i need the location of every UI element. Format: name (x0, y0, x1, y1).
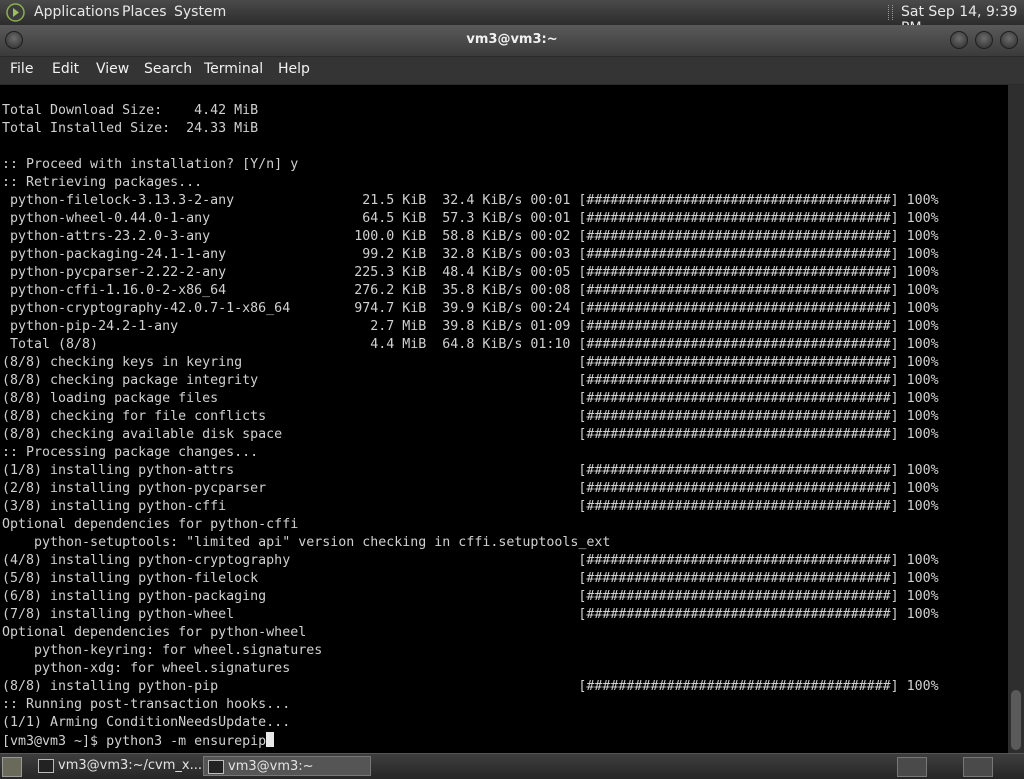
top-panel: Applications Places System Sat Sep 14, 9… (0, 0, 1024, 36)
terminal-line: python-pycparser-2.22-2-any 225.3 KiB 48… (10, 265, 939, 280)
menu-view[interactable]: View (96, 61, 129, 77)
terminal-line: python-cryptography-42.0.7-1-x86_64 974.… (10, 301, 939, 316)
terminal-menubar: File Edit View Search Terminal Help (0, 57, 1024, 85)
scrollbar-thumb[interactable] (1011, 690, 1021, 750)
terminal-line: Optional dependencies for python-wheel (2, 625, 307, 640)
terminal-line: Total Download Size: 4.42 MiB (2, 103, 259, 118)
terminal-line: (4/8) installing python-cryptography [##… (2, 553, 939, 568)
menu-file[interactable]: File (10, 61, 33, 77)
window-titlebar[interactable]: vm3@vm3:~ (0, 25, 1024, 57)
terminal-lines: Total Download Size: 4.42 MiB Total Inst… (2, 103, 939, 730)
menu-help[interactable]: Help (278, 61, 310, 77)
taskbar-item-label: vm3@vm3:~ (228, 759, 314, 774)
terminal-line: python-keyring: for wheel.signatures (34, 643, 323, 658)
terminal-icon (208, 760, 224, 774)
terminal-text: Total Download Size: 4.42 MiB Total Inst… (2, 102, 939, 751)
terminal-line: Total Installed Size: 24.33 MiB (2, 121, 259, 136)
terminal-line: python-wheel-0.44.0-1-any 64.5 KiB 57.3 … (10, 211, 939, 226)
close-button[interactable] (1000, 31, 1018, 49)
terminal-line: python-xdg: for wheel.signatures (34, 661, 291, 676)
terminal-line: (8/8) installing python-pip [###########… (2, 679, 939, 694)
text-cursor (266, 732, 275, 747)
terminal-output[interactable]: Total Download Size: 4.42 MiB Total Inst… (0, 85, 1008, 753)
terminal-line: (1/8) installing python-attrs [#########… (2, 463, 939, 478)
applications-menu[interactable]: Applications (34, 4, 120, 20)
menu-terminal[interactable]: Terminal (204, 61, 263, 77)
panel-separator (888, 5, 893, 20)
terminal-line: (5/8) installing python-filelock [######… (2, 571, 939, 586)
terminal-line: python-attrs-23.2.0-3-any 100.0 KiB 58.8… (10, 229, 939, 244)
terminal-line: python-setuptools: "limited api" version… (34, 535, 611, 550)
terminal-line: Total (8/8) 4.4 MiB 64.8 KiB/s 01:10 [##… (10, 337, 939, 352)
maximize-button[interactable] (975, 31, 993, 49)
terminal-line: (3/8) installing python-cffi [##########… (2, 499, 939, 514)
taskbar-item-terminal[interactable]: vm3@vm3:~ (203, 756, 371, 776)
show-desktop-icon[interactable] (2, 757, 22, 777)
terminal-line: (6/8) installing python-packaging [#####… (2, 589, 939, 604)
taskbar-item-label: vm3@vm3:~/cvm_x... (58, 758, 203, 773)
window-title: vm3@vm3:~ (466, 32, 558, 47)
command-prompt: [vm3@vm3 ~]$ python3 -m ensurepip (2, 734, 267, 749)
terminal-line: (7/8) installing python-wheel [#########… (2, 607, 939, 622)
terminal-line: (8/8) checking for file conflicts [#####… (2, 409, 939, 424)
terminal-line: :: Proceed with installation? [Y/n] y (2, 157, 299, 172)
terminal-line: (8/8) loading package files [###########… (2, 391, 939, 406)
terminal-line: python-filelock-3.13.3-2-any 21.5 KiB 32… (10, 193, 939, 208)
terminal-line: python-cffi-1.16.0-2-x86_64 276.2 KiB 35… (10, 283, 939, 298)
bottom-panel: vm3@vm3:~/cvm_x... vm3@vm3:~ (0, 753, 1024, 779)
workspace-2[interactable] (963, 757, 993, 777)
minimize-button[interactable] (950, 31, 968, 49)
terminal-line: (1/1) Arming ConditionNeedsUpdate... (2, 715, 291, 730)
terminal-line: (8/8) checking keys in keyring [########… (2, 355, 939, 370)
terminal-line: :: Processing package changes... (2, 445, 259, 460)
terminal-line: :: Running post-transaction hooks... (2, 697, 291, 712)
taskbar-item-cvm[interactable]: vm3@vm3:~/cvm_x... (34, 756, 203, 776)
terminal-line: Optional dependencies for python-cffi (2, 517, 299, 532)
terminal-icon (38, 759, 54, 773)
menu-edit[interactable]: Edit (52, 61, 79, 77)
terminal-line: python-pip-24.2-1-any 2.7 MiB 39.8 KiB/s… (10, 319, 939, 334)
applications-logo-icon[interactable] (6, 3, 25, 22)
places-menu[interactable]: Places (122, 4, 167, 20)
terminal-line: (8/8) checking package integrity [######… (2, 373, 939, 388)
menu-search[interactable]: Search (144, 61, 192, 77)
terminal-line: (8/8) checking available disk space [###… (2, 427, 939, 442)
terminal-line: :: Retrieving packages... (2, 175, 203, 190)
terminal-scrollbar[interactable] (1008, 85, 1024, 753)
workspace-1[interactable] (897, 757, 927, 777)
terminal-line: python-packaging-24.1-1-any 99.2 KiB 32.… (10, 247, 939, 262)
terminal-line: (2/8) installing python-pycparser [#####… (2, 481, 939, 496)
system-menu[interactable]: System (174, 4, 226, 20)
